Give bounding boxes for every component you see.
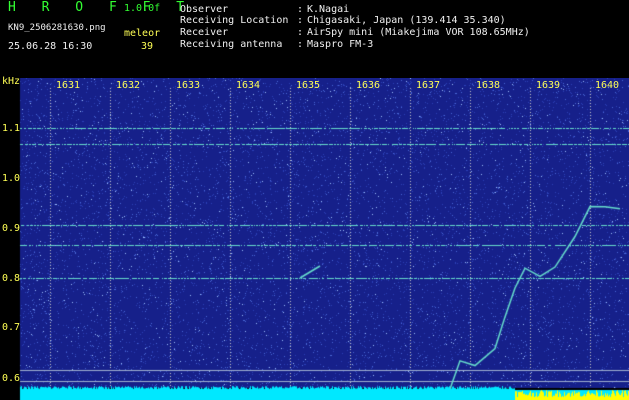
receiver-value: AirSpy mini (Miakejima VOR 108.65MHz) — [307, 27, 530, 38]
antenna-sep: : — [297, 39, 304, 50]
image-filename: KN9_2506281630.png — [8, 23, 106, 33]
antenna-label: Receiving antenna — [180, 39, 283, 50]
x-tick-label: 1633 — [176, 80, 201, 91]
receiver-sep: : — [297, 27, 304, 38]
observation-datetime: 25.06.28 16:30 — [8, 41, 93, 52]
app-brand: H R O F F T — [8, 0, 194, 15]
y-tick-label: 1.1 — [2, 123, 21, 134]
x-tick-label: 1635 — [296, 80, 321, 91]
x-tick-label: 1640 — [595, 80, 620, 91]
antenna-value: Maspro FM-3 — [307, 39, 374, 50]
x-tick-label: 1636 — [356, 80, 381, 91]
y-tick-label: 0.9 — [2, 223, 21, 234]
x-tick-label: 1639 — [536, 80, 561, 91]
x-tick-label: 1631 — [56, 80, 81, 91]
receiver-label: Receiver — [180, 27, 229, 38]
y-tick-label: 1.0 — [2, 173, 21, 184]
header-panel: H R O F F T 1.0.0f KN9_2506281630.png me… — [0, 0, 629, 78]
location-value: Chigasaki, Japan (139.414 35.340) — [307, 15, 506, 26]
x-tick-label: 1638 — [476, 80, 501, 91]
y-tick-label: 0.7 — [2, 322, 21, 333]
x-tick-label: 1632 — [116, 80, 141, 91]
x-tick-label: 1634 — [236, 80, 261, 91]
location-label: Receiving Location — [180, 15, 289, 26]
x-tick-label: 1637 — [416, 80, 441, 91]
meteor-count-label: meleor — [124, 28, 161, 39]
y-tick-label: 0.8 — [2, 273, 21, 284]
y-axis-unit: kHz — [2, 76, 21, 87]
meteor-count-value: 39 — [141, 41, 154, 52]
location-sep: : — [297, 15, 304, 26]
app-version: 1.0.0f — [124, 3, 161, 14]
waterfall-spectrogram — [0, 78, 629, 400]
y-tick-label: 0.6 — [2, 373, 21, 384]
